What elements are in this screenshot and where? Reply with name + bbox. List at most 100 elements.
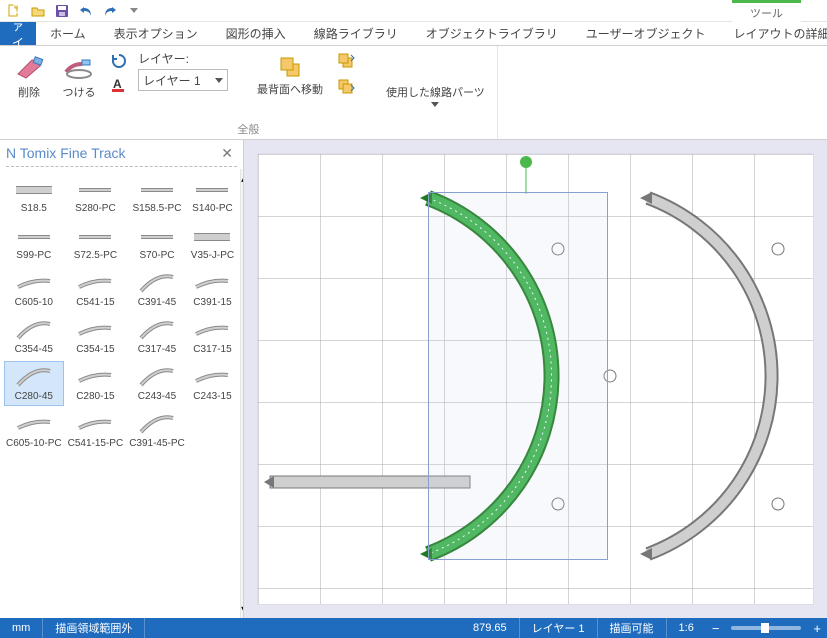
part-label: S72.5-PC bbox=[74, 250, 117, 261]
part-thumb-icon bbox=[192, 412, 232, 436]
part-S280-PC[interactable]: S280-PC bbox=[66, 173, 126, 218]
attach-button[interactable]: つける bbox=[58, 50, 100, 102]
part-C243-45[interactable]: C243-45 bbox=[127, 361, 187, 406]
part-label: V35-J-PC bbox=[191, 250, 234, 261]
part-thumb-icon bbox=[192, 224, 232, 248]
send-to-back-button[interactable]: 最背面へ移動 bbox=[253, 50, 327, 98]
tab-user-object[interactable]: ユーザーオブジェクト bbox=[572, 22, 720, 45]
part-thumb-icon bbox=[192, 365, 232, 389]
part-C391-45-PC[interactable]: C391-45-PC bbox=[127, 408, 187, 453]
part-thumb-icon bbox=[137, 271, 177, 295]
part-C541-15[interactable]: C541-15 bbox=[66, 267, 126, 312]
tab-track-library[interactable]: 線路ライブラリ bbox=[300, 22, 412, 45]
layer-chooser: レイヤー: レイヤー 1 bbox=[138, 50, 228, 91]
tab-home[interactable]: ホーム bbox=[36, 22, 100, 45]
layer-value: レイヤー 1 bbox=[143, 72, 201, 89]
part-C605-10[interactable]: C605-10 bbox=[4, 267, 64, 312]
rotation-handle[interactable] bbox=[520, 156, 532, 168]
selection-box[interactable] bbox=[428, 192, 608, 560]
part-label: S140-PC bbox=[192, 203, 233, 214]
zoom-slider[interactable] bbox=[731, 626, 801, 630]
part-thumb-icon bbox=[75, 318, 115, 342]
send-to-back-label: 最背面へ移動 bbox=[257, 84, 323, 96]
part-label: S280-PC bbox=[75, 203, 116, 214]
part-label: C391-45 bbox=[138, 297, 176, 308]
part-C243-15[interactable]: C243-15 bbox=[189, 361, 236, 406]
part-C280-15[interactable]: C280-15 bbox=[66, 361, 126, 406]
undo-icon[interactable] bbox=[78, 3, 94, 19]
part-C391-15[interactable]: C391-15 bbox=[189, 267, 236, 312]
part-C391-45[interactable]: C391-45 bbox=[127, 267, 187, 312]
parts-panel: N Tomix Fine Track ✕ S18.5S280-PCS158.5-… bbox=[0, 140, 244, 618]
contextual-tab-header: ツール bbox=[732, 0, 801, 22]
part-S140-PC[interactable]: S140-PC bbox=[189, 173, 236, 218]
scroll-down-icon[interactable]: ▾ bbox=[241, 602, 243, 618]
used-track-parts-button[interactable]: 使用した線路パーツ bbox=[382, 50, 489, 109]
part-thumb-icon bbox=[137, 412, 177, 436]
part-S158.5-PC[interactable]: S158.5-PC bbox=[127, 173, 187, 218]
part-C354-45[interactable]: C354-45 bbox=[4, 314, 64, 359]
part-thumb-icon bbox=[14, 177, 54, 201]
refresh-button[interactable] bbox=[108, 50, 130, 72]
part-S99-PC[interactable]: S99-PC bbox=[4, 220, 64, 265]
delete-label: 削除 bbox=[18, 84, 40, 100]
scroll-up-icon[interactable]: ▴ bbox=[241, 169, 243, 185]
status-layer: レイヤー 1 bbox=[520, 618, 598, 638]
part-thumb-icon bbox=[14, 412, 54, 436]
save-icon[interactable] bbox=[54, 3, 70, 19]
tab-object-library[interactable]: オブジェクトライブラリ bbox=[412, 22, 572, 45]
tab-layout-detail[interactable]: レイアウトの詳細設 bbox=[719, 22, 827, 45]
part-S72.5-PC[interactable]: S72.5-PC bbox=[66, 220, 126, 265]
part-label: C541-15-PC bbox=[68, 438, 124, 449]
part-blank[interactable] bbox=[189, 408, 236, 453]
used-track-parts-label: 使用した線路パーツ bbox=[386, 84, 485, 100]
part-thumb-icon bbox=[137, 318, 177, 342]
part-C354-15[interactable]: C354-15 bbox=[66, 314, 126, 359]
part-C605-10-PC[interactable]: C605-10-PC bbox=[4, 408, 64, 453]
part-C317-45[interactable]: C317-45 bbox=[127, 314, 187, 359]
part-label: C354-45 bbox=[15, 344, 53, 355]
part-S70-PC[interactable]: S70-PC bbox=[127, 220, 187, 265]
part-thumb-icon bbox=[137, 177, 177, 201]
part-label: C391-15 bbox=[193, 297, 231, 308]
part-thumb-icon bbox=[137, 365, 177, 389]
layer-label: レイヤー: bbox=[138, 50, 228, 67]
zoom-slider-thumb[interactable] bbox=[761, 623, 769, 633]
status-unit: mm bbox=[0, 618, 43, 638]
part-C280-45[interactable]: C280-45 bbox=[4, 361, 64, 406]
part-thumb-icon bbox=[75, 271, 115, 295]
panel-scrollbar[interactable]: ▴ ▾ bbox=[240, 169, 243, 618]
ribbon-group-label: 全般 bbox=[8, 119, 489, 137]
font-color-button[interactable]: A bbox=[108, 74, 130, 96]
tab-display-options[interactable]: 表示オプション bbox=[100, 22, 212, 45]
canvas-viewport[interactable] bbox=[244, 140, 827, 618]
status-coord: 879.65 bbox=[461, 618, 520, 638]
part-label: S18.5 bbox=[21, 203, 47, 214]
part-S18.5[interactable]: S18.5 bbox=[4, 173, 64, 218]
part-C541-15-PC[interactable]: C541-15-PC bbox=[66, 408, 126, 453]
open-file-icon[interactable] bbox=[30, 3, 46, 19]
part-C317-15[interactable]: C317-15 bbox=[189, 314, 236, 359]
drawing-canvas[interactable] bbox=[258, 154, 813, 604]
tab-insert-shape[interactable]: 図形の挿入 bbox=[212, 22, 300, 45]
qat-customize-icon[interactable] bbox=[130, 8, 138, 13]
part-label: S70-PC bbox=[139, 250, 174, 261]
zoom-out-button[interactable]: − bbox=[706, 621, 726, 636]
part-thumb-icon bbox=[192, 177, 232, 201]
part-thumb-icon bbox=[14, 365, 54, 389]
zoom-in-button[interactable]: + bbox=[807, 621, 827, 636]
file-tab[interactable]: ファイル bbox=[0, 22, 36, 45]
send-backward-button[interactable] bbox=[335, 76, 357, 98]
part-label: C280-45 bbox=[15, 391, 53, 402]
redo-icon[interactable] bbox=[102, 3, 118, 19]
layer-dropdown[interactable]: レイヤー 1 bbox=[138, 69, 228, 91]
chevron-down-icon bbox=[431, 102, 439, 107]
bring-forward-button[interactable] bbox=[335, 50, 357, 72]
ribbon: 削除 つける A レイヤー: レイヤー 1 bbox=[0, 46, 827, 140]
part-V35-J-PC[interactable]: V35-J-PC bbox=[189, 220, 236, 265]
part-label: C605-10 bbox=[15, 297, 53, 308]
part-thumb-icon bbox=[14, 318, 54, 342]
part-label: C605-10-PC bbox=[6, 438, 62, 449]
part-label: C243-15 bbox=[193, 391, 231, 402]
panel-close-icon[interactable]: ✕ bbox=[217, 145, 237, 162]
